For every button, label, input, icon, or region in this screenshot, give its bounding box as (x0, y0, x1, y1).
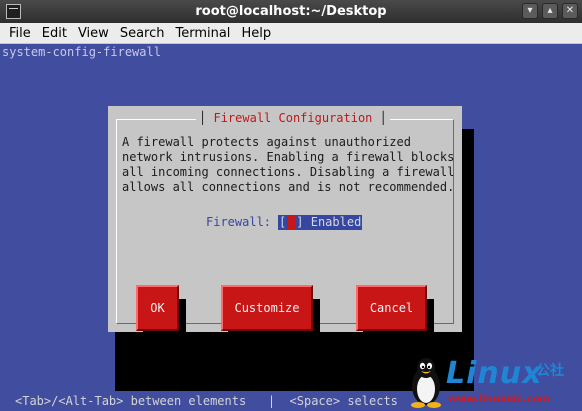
ok-button[interactable]: OK (136, 285, 179, 331)
menu-bar: File Edit View Search Terminal Help (0, 23, 582, 44)
title-bar-right: │ (379, 111, 387, 125)
checkbox-cursor-icon (287, 215, 296, 230)
watermark-url: www.linuxidc.com (448, 394, 550, 405)
tux-penguin-icon (411, 358, 441, 408)
cancel-button[interactable]: Cancel (356, 285, 427, 331)
watermark-cn: 公社 (536, 363, 564, 379)
firewall-row: Firewall: [ ] Enabled (206, 215, 363, 230)
menu-edit[interactable]: Edit (37, 26, 72, 41)
maximize-icon[interactable]: ▴ (542, 3, 558, 19)
command-line: system-config-firewall (2, 45, 161, 59)
dialog-title-text: Firewall Configuration (213, 111, 373, 125)
watermark-brand: Linux (446, 356, 543, 391)
window-title: root@localhost:~/Desktop (195, 4, 387, 19)
close-icon[interactable]: ✕ (562, 3, 578, 19)
window-controls: ▾ ▴ ✕ (522, 3, 578, 19)
menu-view[interactable]: View (73, 26, 114, 41)
firewall-label: Firewall: (206, 215, 272, 229)
firewall-state: Enabled (310, 215, 362, 229)
checkbox-close-bracket: ] (296, 215, 304, 229)
ok-button-label: OK (150, 301, 165, 315)
title-bar-left: │ (199, 111, 207, 125)
checkbox-open-bracket: [ (279, 215, 287, 229)
menu-terminal[interactable]: Terminal (170, 26, 235, 41)
customize-button[interactable]: Customize (221, 285, 313, 331)
minimize-icon[interactable]: ▾ (522, 3, 538, 19)
menu-file[interactable]: File (4, 26, 36, 41)
menu-help[interactable]: Help (236, 26, 276, 41)
firewall-checkbox[interactable]: [ ] Enabled (278, 215, 363, 230)
firewall-dialog: │ Firewall Configuration │ A firewall pr… (108, 106, 462, 345)
terminal-icon (6, 4, 21, 19)
watermark: Linux 公社 www.linuxidc.com (404, 352, 582, 411)
dialog-title: │ Firewall Configuration │ (196, 110, 390, 126)
customize-button-label: Customize (234, 301, 300, 315)
window-titlebar: root@localhost:~/Desktop ▾ ▴ ✕ (0, 0, 582, 23)
dialog-message: A firewall protects against unauthorized… (122, 135, 455, 194)
cancel-button-label: Cancel (369, 301, 414, 315)
menu-search[interactable]: Search (115, 26, 170, 41)
